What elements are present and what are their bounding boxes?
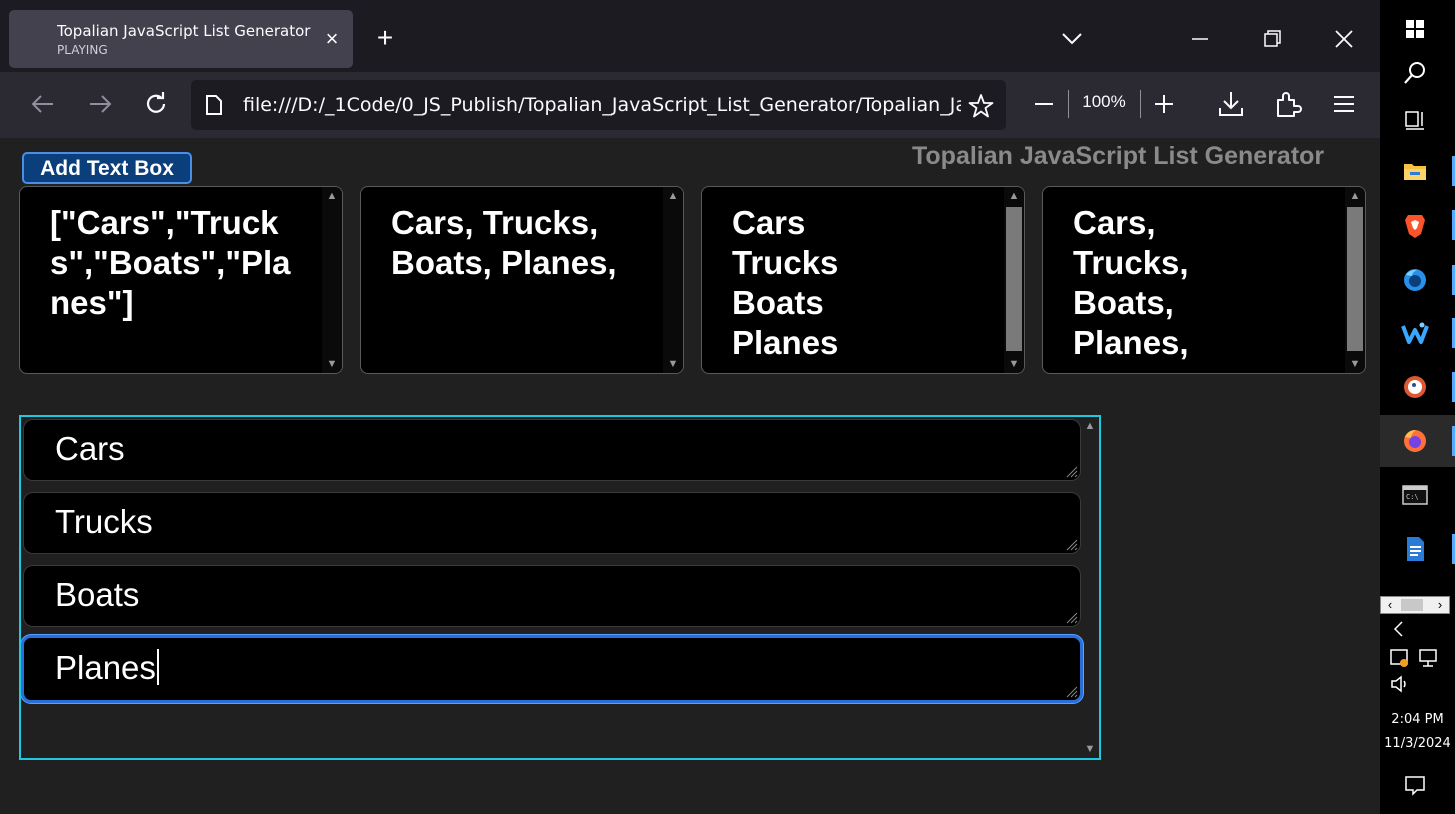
tab-title: Topalian JavaScript List Generator bbox=[57, 22, 311, 40]
back-icon[interactable] bbox=[27, 88, 59, 120]
close-window-icon[interactable] bbox=[1330, 26, 1358, 52]
scroll-down-icon[interactable]: ▼ bbox=[322, 355, 342, 373]
tab-playing-label: PLAYING bbox=[57, 43, 108, 57]
page-icon bbox=[206, 95, 222, 115]
forward-icon[interactable] bbox=[84, 88, 116, 120]
scroll-up-icon[interactable]: ▲ bbox=[1081, 417, 1099, 435]
url-text: file:///D:/_1Code/0_JS_Publish/Topalian_… bbox=[243, 94, 961, 116]
resize-grip-icon[interactable] bbox=[1064, 610, 1078, 624]
output-text: Cars Trucks Boats Planes bbox=[732, 204, 839, 361]
new-tab-icon[interactable]: + bbox=[370, 24, 400, 54]
minimize-icon[interactable] bbox=[1186, 26, 1214, 52]
scrollbar-thumb[interactable] bbox=[1006, 207, 1022, 351]
add-text-box-button[interactable]: Add Text Box bbox=[22, 152, 192, 184]
scrollbar[interactable]: ▲ ▼ bbox=[663, 187, 683, 373]
scroll-up-icon[interactable]: ▲ bbox=[663, 187, 683, 205]
scroll-right-icon[interactable]: › bbox=[1431, 597, 1449, 613]
browser-window: Topalian JavaScript List Generator PLAYI… bbox=[0, 0, 1380, 814]
file-explorer-icon[interactable] bbox=[1400, 156, 1430, 186]
scroll-up-icon[interactable]: ▲ bbox=[1004, 187, 1024, 205]
scroll-up-icon[interactable]: ▲ bbox=[322, 187, 342, 205]
libreoffice-writer-icon[interactable] bbox=[1400, 534, 1430, 564]
toolbar-separator bbox=[1140, 90, 1141, 118]
network-icon[interactable] bbox=[1416, 646, 1440, 670]
resize-grip-icon[interactable] bbox=[1064, 684, 1078, 698]
chevron-left-icon[interactable] bbox=[1388, 618, 1410, 640]
scroll-down-icon[interactable]: ▼ bbox=[1345, 355, 1365, 373]
scroll-up-icon[interactable]: ▲ bbox=[1345, 187, 1365, 205]
output-text: ["Cars","Trucks","Boats","Planes"] bbox=[50, 204, 291, 321]
input-list-container: Cars Trucks Boats Planes ▲ ▼ bbox=[19, 415, 1101, 760]
text-caret bbox=[156, 649, 159, 685]
output-text: Cars, Trucks, Boats, Planes, bbox=[1073, 204, 1189, 361]
scrollbar[interactable]: ▲ ▼ bbox=[322, 187, 342, 373]
output-box-comma-inline[interactable]: Cars, Trucks, Boats, Planes, ▲ ▼ bbox=[360, 186, 684, 374]
tab-bar: Topalian JavaScript List Generator PLAYI… bbox=[0, 0, 1380, 72]
downloads-icon[interactable] bbox=[1215, 88, 1247, 120]
scroll-down-icon[interactable]: ▼ bbox=[663, 355, 683, 373]
browser-tab[interactable]: Topalian JavaScript List Generator PLAYI… bbox=[9, 10, 353, 68]
app-title: Topalian JavaScript List Generator bbox=[912, 142, 1325, 170]
reload-icon[interactable] bbox=[140, 88, 172, 120]
output-box-comma-lines[interactable]: Cars, Trucks, Boats, Planes, ▲ ▼ bbox=[1042, 186, 1366, 374]
firefox-developer-icon[interactable] bbox=[1400, 265, 1430, 295]
page-content: Add Text Box Topalian JavaScript List Ge… bbox=[0, 138, 1380, 814]
volume-icon[interactable] bbox=[1388, 672, 1412, 696]
duckduckgo-icon[interactable] bbox=[1400, 372, 1430, 402]
output-text: Cars, Trucks, Boats, Planes, bbox=[391, 204, 617, 281]
output-box-array[interactable]: ["Cars","Trucks","Boats","Planes"] ▲ ▼ bbox=[19, 186, 343, 374]
command-prompt-icon[interactable]: C:\ bbox=[1400, 480, 1430, 510]
text-box-value: Planes bbox=[55, 649, 159, 687]
brave-browser-icon[interactable] bbox=[1400, 210, 1430, 240]
toolbar-separator bbox=[1068, 90, 1069, 118]
text-box-1[interactable]: Cars bbox=[23, 419, 1081, 481]
scroll-left-icon[interactable]: ‹ bbox=[1381, 597, 1399, 613]
text-box-2[interactable]: Trucks bbox=[23, 492, 1081, 554]
svg-text:C:\: C:\ bbox=[1406, 493, 1419, 501]
clock-time[interactable]: 2:04 PM bbox=[1380, 712, 1455, 727]
bookmark-star-icon[interactable] bbox=[967, 92, 995, 120]
menu-icon[interactable] bbox=[1328, 88, 1360, 120]
close-tab-icon[interactable]: × bbox=[319, 26, 345, 52]
zoom-level[interactable]: 100% bbox=[1078, 92, 1130, 112]
scrollbar-thumb[interactable] bbox=[1347, 207, 1363, 351]
text-box-3[interactable]: Boats bbox=[23, 565, 1081, 627]
text-box-value: Trucks bbox=[55, 503, 153, 540]
scroll-down-icon[interactable]: ▼ bbox=[1004, 355, 1024, 373]
scrollbar[interactable]: ▲ ▼ bbox=[1004, 187, 1024, 373]
zoom-out-icon[interactable] bbox=[1030, 90, 1058, 118]
taskbar-scrollbar[interactable]: ‹ › bbox=[1380, 596, 1450, 614]
search-icon[interactable] bbox=[1400, 58, 1430, 88]
scroll-down-icon[interactable]: ▼ bbox=[1081, 740, 1099, 758]
task-view-icon[interactable] bbox=[1400, 104, 1430, 134]
notifications-icon[interactable] bbox=[1402, 772, 1428, 798]
scrollbar-thumb[interactable] bbox=[1401, 599, 1423, 611]
windows-start-icon[interactable] bbox=[1400, 14, 1430, 44]
address-bar[interactable]: file:///D:/_1Code/0_JS_Publish/Topalian_… bbox=[191, 80, 1006, 130]
extensions-icon[interactable] bbox=[1272, 88, 1304, 120]
resize-grip-icon[interactable] bbox=[1064, 537, 1078, 551]
navigation-toolbar: file:///D:/_1Code/0_JS_Publish/Topalian_… bbox=[0, 72, 1380, 138]
meet-now-icon[interactable] bbox=[1388, 646, 1412, 670]
text-box-value: Boats bbox=[55, 576, 140, 613]
output-box-lines[interactable]: Cars Trucks Boats Planes ▲ ▼ bbox=[701, 186, 1025, 374]
restore-icon[interactable] bbox=[1258, 26, 1286, 52]
chevron-down-icon[interactable] bbox=[1058, 26, 1086, 52]
text-box-4[interactable]: Planes bbox=[21, 635, 1083, 703]
resize-grip-icon[interactable] bbox=[1064, 464, 1078, 478]
firefox-icon[interactable] bbox=[1400, 426, 1430, 456]
zoom-in-icon[interactable] bbox=[1150, 90, 1178, 118]
text-box-value: Cars bbox=[55, 430, 125, 467]
scrollbar[interactable]: ▲ ▼ bbox=[1081, 417, 1099, 758]
scrollbar[interactable]: ▲ ▼ bbox=[1345, 187, 1365, 373]
clock-date[interactable]: 11/3/2024 bbox=[1380, 736, 1455, 751]
waterfox-icon[interactable] bbox=[1400, 318, 1430, 348]
taskbar: C:\ bbox=[1380, 0, 1455, 814]
